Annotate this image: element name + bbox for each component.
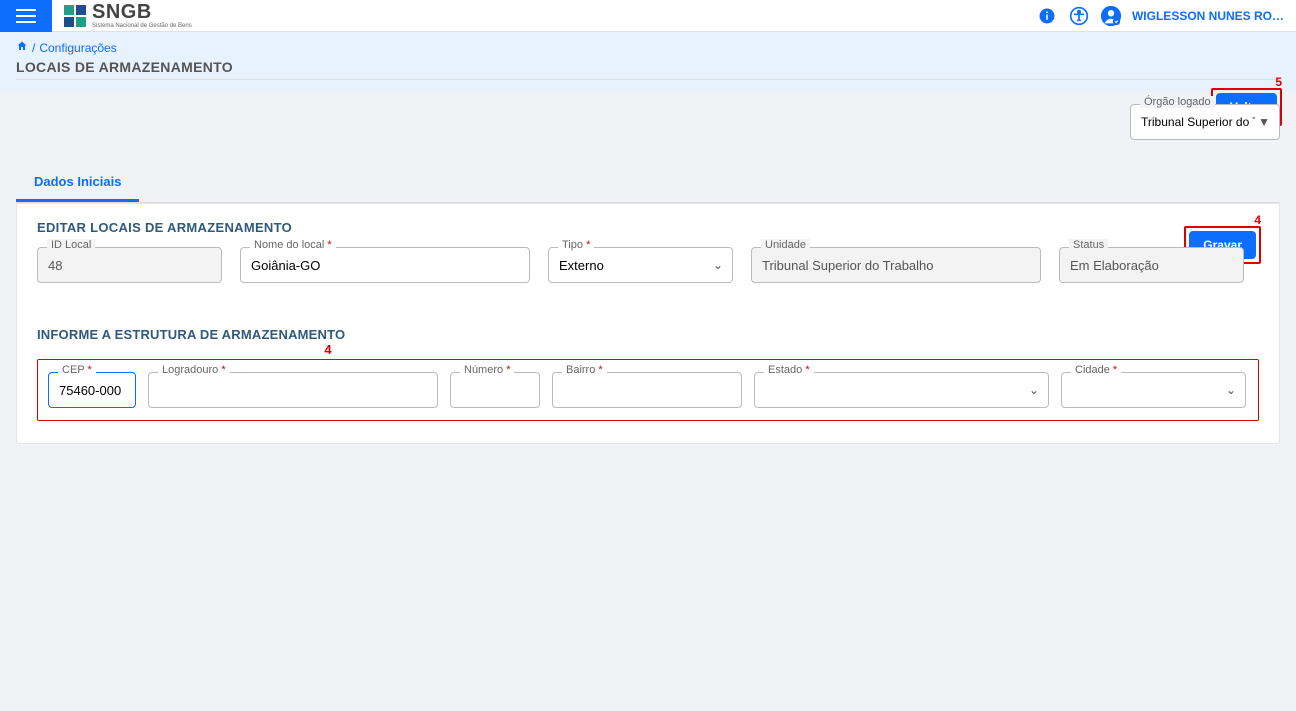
page-title: LOCAIS DE ARMAZENAMENTO xyxy=(16,59,1280,75)
numero-label: Número * xyxy=(460,364,514,376)
id-local-input xyxy=(37,247,222,283)
cidade-select[interactable] xyxy=(1061,372,1246,408)
id-local-label: ID Local xyxy=(47,239,95,251)
app-logo: SNGB Sistema Nacional de Gestão de Bens xyxy=(64,2,192,29)
breadcrumb-separator: / xyxy=(32,41,35,55)
topbar: SNGB Sistema Nacional de Gestão de Bens … xyxy=(0,0,1296,32)
user-avatar-icon[interactable] xyxy=(1100,5,1122,27)
annotation-5: 5 xyxy=(1211,76,1282,88)
orgao-row: Órgão logado ▼ xyxy=(0,92,1296,140)
estado-select[interactable] xyxy=(754,372,1049,408)
nome-local-input[interactable] xyxy=(240,247,530,283)
status-input xyxy=(1059,247,1244,283)
annotation-4-gravar: 4 xyxy=(1184,214,1261,226)
logo-mark-icon xyxy=(64,5,86,27)
breadcrumb-current[interactable]: Configurações xyxy=(39,41,116,55)
breadcrumb: / Configurações xyxy=(16,40,1280,55)
unidade-input xyxy=(751,247,1041,283)
info-icon[interactable] xyxy=(1036,5,1058,27)
cep-label: CEP * xyxy=(58,364,96,376)
form-card: 4 Gravar EDITAR LOCAIS DE ARMAZENAMENTO … xyxy=(16,203,1280,444)
orgao-label: Órgão logado xyxy=(1140,96,1215,108)
section1-title: EDITAR LOCAIS DE ARMAZENAMENTO xyxy=(37,220,1259,235)
menu-hamburger-button[interactable] xyxy=(0,0,52,32)
tabs: Dados Iniciais xyxy=(16,164,1280,203)
logradouro-label: Logradouro * xyxy=(158,364,230,376)
annotation-4-struct: 4 xyxy=(37,342,619,357)
bairro-label: Bairro * xyxy=(562,364,607,376)
bairro-input[interactable] xyxy=(552,372,742,408)
top-actions: WIGLESSON NUNES RO… xyxy=(1036,5,1284,27)
app-subtitle: Sistema Nacional de Gestão de Bens xyxy=(92,23,192,29)
section2-title: INFORME A ESTRUTURA DE ARMAZENAMENTO xyxy=(37,327,345,342)
breadcrumb-bar: / Configurações LOCAIS DE ARMAZENAMENTO … xyxy=(0,32,1296,92)
logradouro-input[interactable] xyxy=(148,372,438,408)
cep-input[interactable] xyxy=(48,372,136,408)
tipo-label: Tipo * xyxy=(558,239,594,251)
struct-highlight-box: CEP * Logradouro * Número * Bairro * Est… xyxy=(37,359,1259,421)
estado-label: Estado * xyxy=(764,364,814,376)
hamburger-icon xyxy=(16,9,36,23)
tab-dados-iniciais[interactable]: Dados Iniciais xyxy=(16,164,139,202)
status-label: Status xyxy=(1069,239,1108,251)
unidade-label: Unidade xyxy=(761,239,810,251)
form-row-struct: CEP * Logradouro * Número * Bairro * Est… xyxy=(48,372,1248,408)
form-row-1: ID Local Nome do local * Tipo * ⌄ Unidad… xyxy=(37,247,1259,283)
home-icon xyxy=(16,40,28,52)
breadcrumb-home[interactable] xyxy=(16,40,28,55)
nome-local-label: Nome do local * xyxy=(250,239,336,251)
accessibility-icon[interactable] xyxy=(1068,5,1090,27)
cidade-label: Cidade * xyxy=(1071,364,1121,376)
numero-input[interactable] xyxy=(450,372,540,408)
orgao-select[interactable] xyxy=(1130,104,1280,140)
app-name: SNGB xyxy=(92,2,192,22)
tipo-select[interactable] xyxy=(548,247,733,283)
user-name[interactable]: WIGLESSON NUNES RO… xyxy=(1132,9,1284,23)
